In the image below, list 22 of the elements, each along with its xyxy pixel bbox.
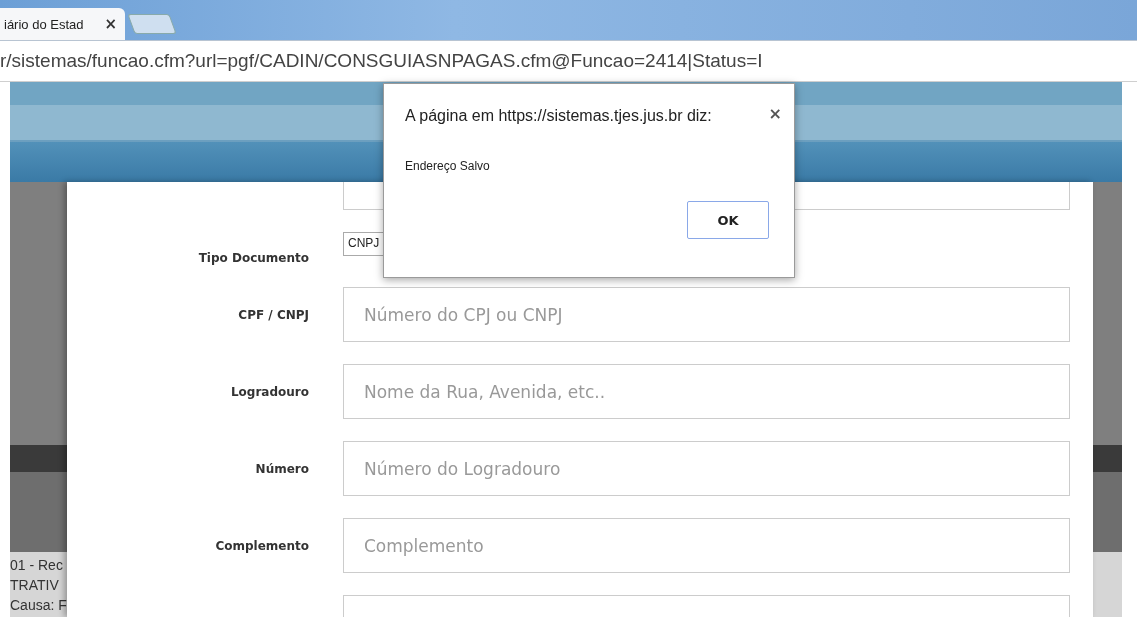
background-text: 01 - Rec [10, 556, 64, 575]
input-field[interactable]: Complemento [343, 518, 1070, 573]
background-text: TRATIV [10, 576, 60, 595]
dialog-title: A página em https://sistemas.tjes.jus.br diz: [405, 107, 712, 125]
field-label: Número [255, 461, 309, 476]
close-icon[interactable]: × [768, 104, 782, 123]
field-label: Tipo Documento [198, 251, 309, 265]
address-bar[interactable]: r/sistemas/funcao.cfm?url=pgf/CADIN/CONSGUIASNPAGAS.cfm@Funcao=2414|Status=I [0, 40, 1137, 82]
input-field[interactable]: Nome da Rua, Avenida, etc.. [343, 364, 1070, 419]
close-icon[interactable]: × [104, 15, 117, 33]
browser-tab[interactable]: iário do Estad × [0, 8, 125, 40]
dialog-message: Endereço Salvo [405, 159, 491, 173]
new-tab-button[interactable] [127, 14, 177, 34]
field-label: CPF / CNPJ [238, 307, 309, 322]
field-label: Complemento [215, 538, 309, 553]
field-label: Logradouro [230, 384, 309, 399]
url-text: r/sistemas/funcao.cfm?url=pgf/CADIN/CONSGUIASNPAGAS.cfm@Funcao=2414|Status=I [0, 50, 763, 72]
input-field[interactable]: Número do Logradouro [343, 441, 1070, 496]
ok-button[interactable]: OK [687, 201, 769, 239]
background-text: Causa: F [10, 596, 67, 615]
tab-title: iário do Estad [4, 16, 84, 32]
input-field[interactable]: Número do CPJ ou CNPJ [343, 287, 1070, 342]
